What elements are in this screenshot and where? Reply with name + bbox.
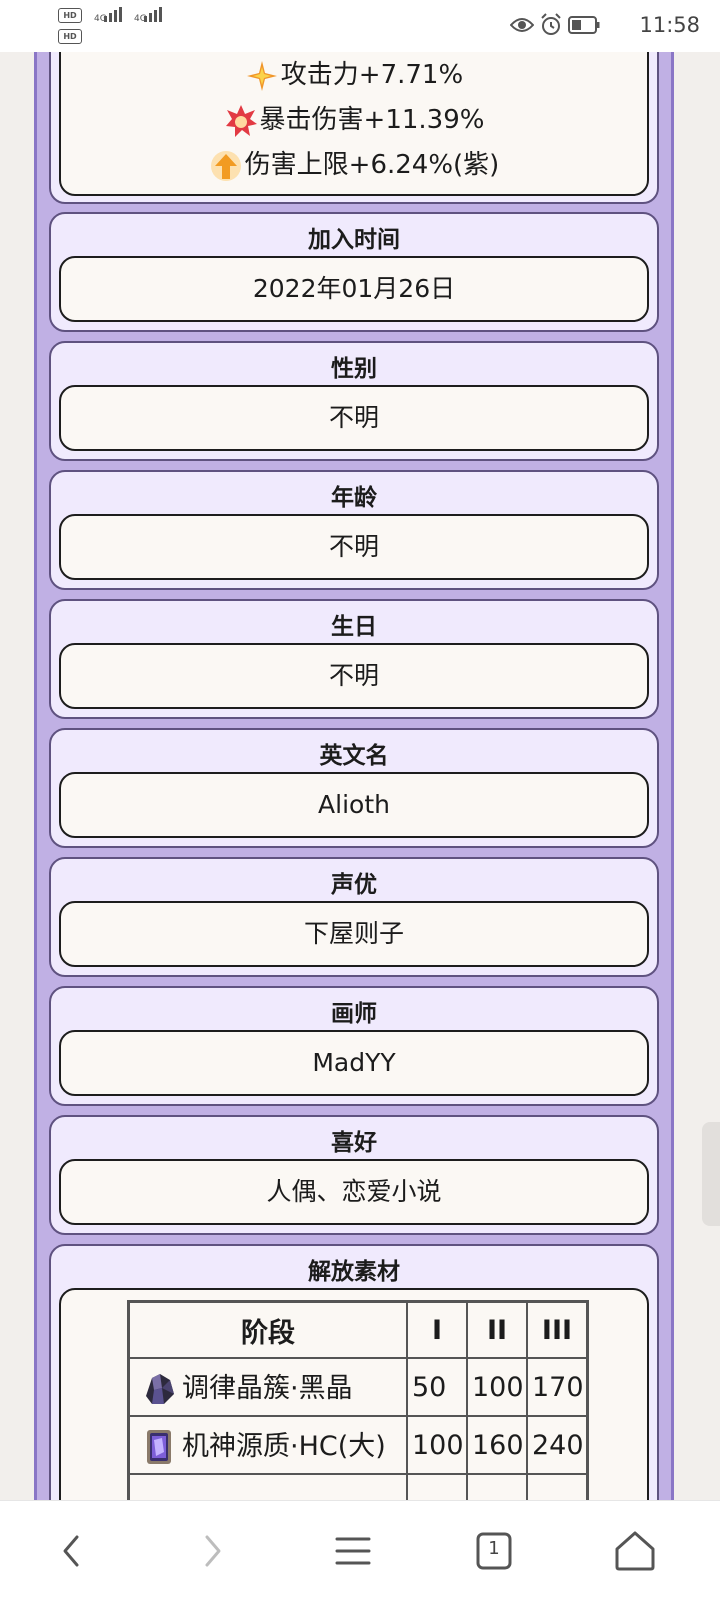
info-label: 喜好 bbox=[331, 1130, 377, 1156]
status-bar: HD HD 4G 4G 11:58 bbox=[0, 0, 720, 52]
info-label: 年龄 bbox=[331, 485, 377, 511]
info-value: MadYY bbox=[59, 1030, 649, 1096]
info-value: 不明 bbox=[59, 385, 649, 451]
forward-icon bbox=[205, 1535, 221, 1567]
hd-badge: HD bbox=[58, 29, 82, 44]
attack-text: 攻击力+7.71% bbox=[280, 60, 464, 90]
materials-table: 阶段 I II III 调律晶簇·黑晶 50 100 170 机神源质·HC(大… bbox=[127, 1300, 589, 1500]
attributes-card: 攻击力+7.71% 暴击伤害+11.39% 伤害上限+6.24%(紫) bbox=[49, 52, 659, 204]
damage-cap-text: 伤害上限+6.24%(紫) bbox=[244, 150, 500, 180]
crit-damage-text: 暴击伤害+11.39% bbox=[259, 105, 485, 135]
info-label: 加入时间 bbox=[308, 227, 400, 253]
info-label: 性别 bbox=[331, 356, 377, 382]
info-label: 英文名 bbox=[319, 743, 389, 769]
materials-title: 解放素材 bbox=[308, 1259, 400, 1285]
info-value: 人偶、恋爱小说 bbox=[59, 1159, 649, 1225]
table-cell: 170 bbox=[526, 1357, 589, 1417]
info-value: 下屋则子 bbox=[59, 901, 649, 967]
info-card-voice-actor: 声优 下屋则子 bbox=[49, 857, 659, 977]
table-cell: 50 bbox=[406, 1357, 468, 1417]
attribute-line: 暴击伤害+11.39% bbox=[61, 99, 647, 138]
tab-count: 1 bbox=[488, 1538, 500, 1559]
table-header: 阶段 bbox=[127, 1300, 408, 1359]
table-cell bbox=[466, 1473, 528, 1500]
table-header: I bbox=[406, 1300, 468, 1359]
table-row: 调律晶簇·黑晶 50 100 170 bbox=[127, 1357, 589, 1417]
character-info-page: 攻击力+7.71% 暴击伤害+11.39% 伤害上限+6.24%(紫) 加入时间… bbox=[34, 52, 674, 1500]
hd-badge: HD bbox=[58, 8, 82, 23]
table-cell bbox=[526, 1473, 589, 1500]
info-card-english-name: 英文名 Alioth bbox=[49, 728, 659, 848]
material-name: 机神源质·HC(大) bbox=[182, 1430, 386, 1462]
back-icon bbox=[63, 1535, 79, 1567]
info-card-hobby: 喜好 人偶、恋爱小说 bbox=[49, 1115, 659, 1235]
table-cell bbox=[406, 1473, 468, 1500]
forward-button[interactable] bbox=[184, 1523, 240, 1579]
table-header: III bbox=[526, 1300, 589, 1359]
info-card-birthday: 生日 不明 bbox=[49, 599, 659, 719]
home-button[interactable] bbox=[607, 1523, 663, 1579]
material-name-cell: 机神源质·HC(大) bbox=[127, 1415, 408, 1475]
info-card-join-date: 加入时间 2022年01月26日 bbox=[49, 212, 659, 332]
alarm-icon bbox=[541, 13, 561, 35]
info-value: 2022年01月26日 bbox=[59, 256, 649, 322]
table-row bbox=[127, 1473, 589, 1500]
info-card-illustrator: 画师 MadYY bbox=[49, 986, 659, 1106]
hc-core-icon bbox=[147, 1430, 171, 1465]
table-row: 机神源质·HC(大) 100 160 240 bbox=[127, 1415, 589, 1475]
home-icon bbox=[615, 1531, 655, 1571]
info-label: 声优 bbox=[331, 872, 377, 898]
attributes-box: 攻击力+7.71% 暴击伤害+11.39% 伤害上限+6.24%(紫) bbox=[59, 52, 649, 196]
table-cell: 160 bbox=[466, 1415, 528, 1475]
side-panel-handle[interactable] bbox=[702, 1122, 720, 1226]
black-crystal-icon bbox=[146, 1374, 174, 1405]
menu-icon bbox=[335, 1537, 371, 1565]
back-button[interactable] bbox=[44, 1523, 100, 1579]
attack-icon bbox=[246, 60, 277, 91]
browser-nav-bar: 1 bbox=[0, 1500, 720, 1601]
table-cell: 100 bbox=[406, 1415, 468, 1475]
info-value: 不明 bbox=[59, 514, 649, 580]
materials-card: 解放素材 阶段 I II III 调律晶簇·黑晶 50 100 170 机神源质… bbox=[49, 1244, 659, 1500]
table-header: II bbox=[466, 1300, 528, 1359]
info-label: 画师 bbox=[331, 1001, 377, 1027]
table-cell: 240 bbox=[526, 1415, 589, 1475]
info-label: 生日 bbox=[331, 614, 377, 640]
info-value: 不明 bbox=[59, 643, 649, 709]
attribute-line: 伤害上限+6.24%(紫) bbox=[61, 144, 647, 183]
battery-icon bbox=[568, 16, 600, 34]
table-header-row: 阶段 I II III bbox=[127, 1300, 589, 1359]
clock: 11:58 bbox=[639, 13, 700, 37]
damage-cap-icon bbox=[210, 150, 241, 181]
material-name-cell: 调律晶簇·黑晶 bbox=[127, 1357, 408, 1417]
tabs-button[interactable]: 1 bbox=[466, 1523, 522, 1579]
crit-damage-icon bbox=[225, 104, 257, 137]
table-cell bbox=[127, 1473, 408, 1500]
table-cell: 100 bbox=[466, 1357, 528, 1417]
materials-box: 阶段 I II III 调律晶簇·黑晶 50 100 170 机神源质·HC(大… bbox=[59, 1288, 649, 1500]
menu-button[interactable] bbox=[325, 1523, 381, 1579]
info-value: Alioth bbox=[59, 772, 649, 838]
material-name: 调律晶簇·黑晶 bbox=[182, 1372, 353, 1404]
info-card-gender: 性别 不明 bbox=[49, 341, 659, 461]
eye-icon bbox=[510, 18, 534, 32]
info-card-age: 年龄 不明 bbox=[49, 470, 659, 590]
attribute-line: 攻击力+7.71% bbox=[61, 54, 647, 93]
